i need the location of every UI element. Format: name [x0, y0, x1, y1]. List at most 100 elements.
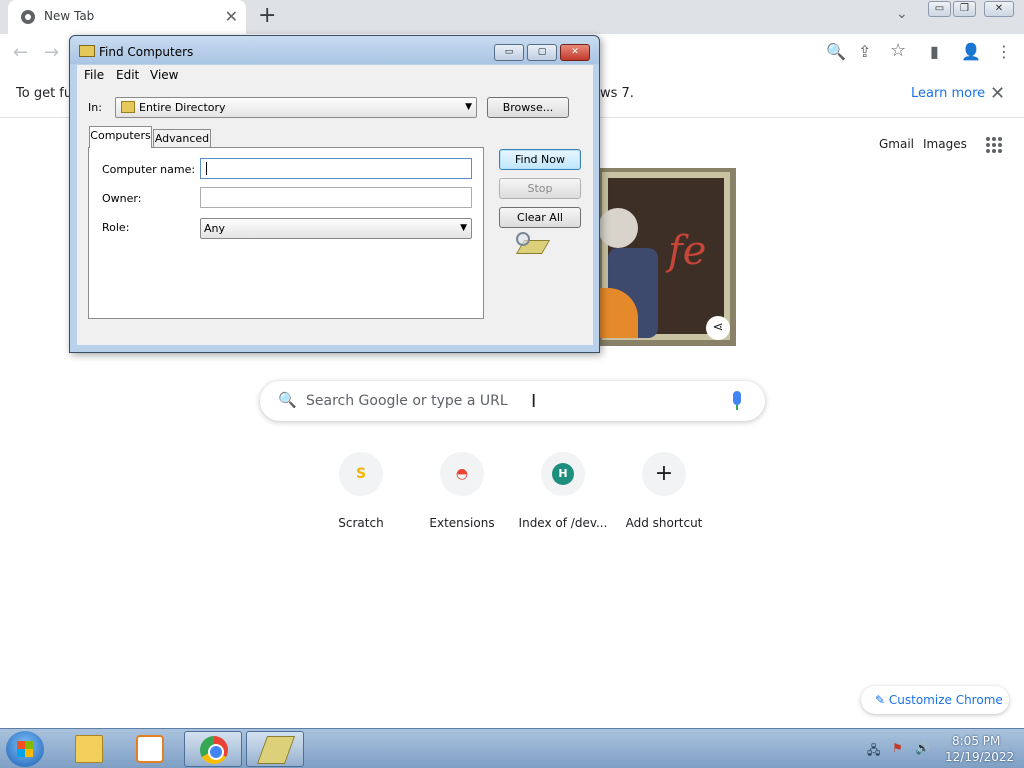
customize-chrome-button[interactable]: ✎ Customize Chrome — [861, 686, 1009, 714]
back-button[interactable]: ← — [13, 42, 28, 63]
doodle-share-icon[interactable]: ⋖ — [706, 316, 730, 340]
clock-date[interactable]: 12/19/2022 — [945, 750, 1014, 764]
window-restore-button[interactable]: ❐ — [953, 1, 976, 17]
doodle-hat — [598, 208, 638, 248]
google-apps-icon[interactable] — [986, 137, 1002, 153]
voice-search-icon[interactable] — [733, 391, 741, 410]
profile-icon[interactable]: 👤 — [961, 42, 981, 61]
computers-tab-panel: Computer name: Owner: Role: Any ▼ — [88, 147, 484, 319]
tab-strip: New Tab ✕ + ⌄ ▭ ❐ ✕ — [0, 0, 1024, 34]
taskbar: 🖧 ⚑ 🔊 8:05 PM 12/19/2022 — [0, 728, 1024, 768]
add-shortcut-button[interactable]: + Add shortcut — [614, 452, 714, 530]
network-icon[interactable]: 🖧 — [867, 741, 880, 762]
chevron-down-icon: ▼ — [460, 223, 467, 233]
folder-icon — [75, 735, 103, 763]
tab-new-tab[interactable]: New Tab ✕ — [8, 0, 246, 34]
shortcut-label: Index of /dev... — [518, 516, 608, 530]
start-button[interactable] — [6, 731, 44, 767]
owner-label: Owner: — [102, 192, 142, 205]
find-computers-icon — [256, 736, 296, 764]
shortcut-label: Extensions — [429, 516, 495, 530]
tab-title: New Tab — [44, 9, 95, 23]
in-scope-value: Entire Directory — [139, 101, 226, 114]
chrome-menu-icon[interactable]: ⋮ — [996, 42, 1012, 61]
window-close-button[interactable]: ✕ — [984, 1, 1014, 17]
info-bar-message-end: ws 7. — [600, 86, 634, 101]
scratch-icon: S — [339, 452, 383, 496]
role-value: Any — [204, 222, 226, 235]
extensions-icon: ◓ — [440, 452, 484, 496]
bookmark-star-icon[interactable]: ☆ — [890, 40, 906, 61]
magnifier-lens — [516, 232, 530, 246]
search-animation-icon — [514, 230, 551, 258]
taskbar-find-computers[interactable] — [246, 731, 304, 767]
directory-icon — [121, 101, 135, 113]
tab-search-icon[interactable]: ⌄ — [896, 6, 908, 22]
menu-view[interactable]: View — [150, 68, 178, 82]
dialog-close-button[interactable]: ✕ — [560, 44, 590, 61]
taskbar-media-player[interactable] — [121, 731, 179, 767]
search-icon: 🔍 — [278, 391, 297, 409]
chevron-down-icon: ▼ — [465, 102, 472, 112]
taskbar-chrome[interactable] — [184, 731, 242, 767]
google-doodle[interactable]: fe ⋖ — [598, 168, 736, 346]
new-tab-button[interactable]: + — [258, 3, 276, 28]
images-link[interactable]: Images — [923, 137, 967, 151]
in-label: In: — [88, 101, 102, 114]
computer-name-label: Computer name: — [102, 163, 196, 176]
search-placeholder: Search Google or type a URL — [306, 393, 508, 409]
text-cursor-icon: I — [531, 391, 537, 412]
browse-button[interactable]: Browse... — [487, 97, 569, 118]
shortcut-scratch[interactable]: S Scratch — [311, 452, 411, 530]
shortcut-label: Add shortcut — [625, 516, 703, 530]
chrome-favicon-icon — [21, 10, 35, 24]
in-scope-select[interactable]: Entire Directory ▼ — [115, 97, 477, 118]
site-letter-avatar: H — [552, 463, 574, 485]
computer-name-input[interactable] — [200, 158, 472, 179]
side-panel-icon[interactable]: ▮ — [930, 42, 939, 61]
share-icon[interactable]: ⇪ — [858, 42, 871, 61]
windows-logo-icon — [17, 741, 33, 757]
dialog-titlebar[interactable]: Find Computers ▭ ▢ ✕ — [70, 36, 599, 64]
info-bar-close-icon[interactable]: ✕ — [990, 83, 1005, 104]
clear-all-button[interactable]: Clear All — [499, 207, 581, 228]
dialog-maximize-button[interactable]: ▢ — [527, 44, 557, 61]
shortcut-label: Scratch — [338, 516, 384, 530]
plus-icon: + — [642, 452, 686, 496]
search-box[interactable]: 🔍 Search Google or type a URL — [260, 381, 765, 421]
dialog-body: In: Entire Directory ▼ Browse... Compute… — [77, 85, 593, 345]
action-center-icon[interactable]: ⚑ — [892, 741, 903, 755]
window-minimize-button[interactable]: ▭ — [928, 1, 951, 17]
zoom-icon[interactable]: 🔍 — [826, 42, 846, 61]
tab-advanced[interactable]: Advanced — [153, 129, 211, 149]
taskbar-explorer[interactable] — [60, 731, 118, 767]
shortcut-extensions[interactable]: ◓ Extensions — [412, 452, 512, 530]
tab-computers[interactable]: Computers — [89, 126, 152, 148]
stop-button[interactable]: Stop — [499, 178, 581, 199]
role-select[interactable]: Any ▼ — [200, 218, 472, 239]
shortcut-index-of-dev[interactable]: H Index of /dev... — [513, 452, 613, 530]
find-computers-dialog: Find Computers ▭ ▢ ✕ File Edit View In: … — [69, 35, 600, 353]
customize-chrome-label: Customize Chrome — [888, 693, 1003, 707]
dialog-minimize-button[interactable]: ▭ — [494, 44, 524, 61]
clock-time[interactable]: 8:05 PM — [952, 734, 1000, 748]
menu-edit[interactable]: Edit — [116, 68, 139, 82]
gmail-link[interactable]: Gmail — [879, 137, 914, 151]
role-label: Role: — [102, 221, 130, 234]
dialog-menubar: File Edit View — [77, 65, 593, 85]
doodle-lettering: fe — [668, 228, 707, 274]
tab-close-icon[interactable]: ✕ — [225, 7, 238, 26]
text-caret — [206, 162, 207, 175]
forward-button[interactable]: → — [44, 42, 59, 63]
pencil-icon: ✎ — [875, 693, 886, 707]
find-now-button[interactable]: Find Now — [499, 149, 581, 170]
menu-file[interactable]: File — [84, 68, 104, 82]
chrome-icon — [200, 736, 228, 764]
volume-icon[interactable]: 🔊 — [915, 741, 930, 755]
dialog-title: Find Computers — [99, 45, 194, 59]
learn-more-link[interactable]: Learn more — [911, 86, 985, 101]
index-of-dev-icon: H — [541, 452, 585, 496]
find-computers-icon — [79, 45, 95, 57]
owner-input[interactable] — [200, 187, 472, 208]
media-player-icon — [136, 735, 164, 763]
